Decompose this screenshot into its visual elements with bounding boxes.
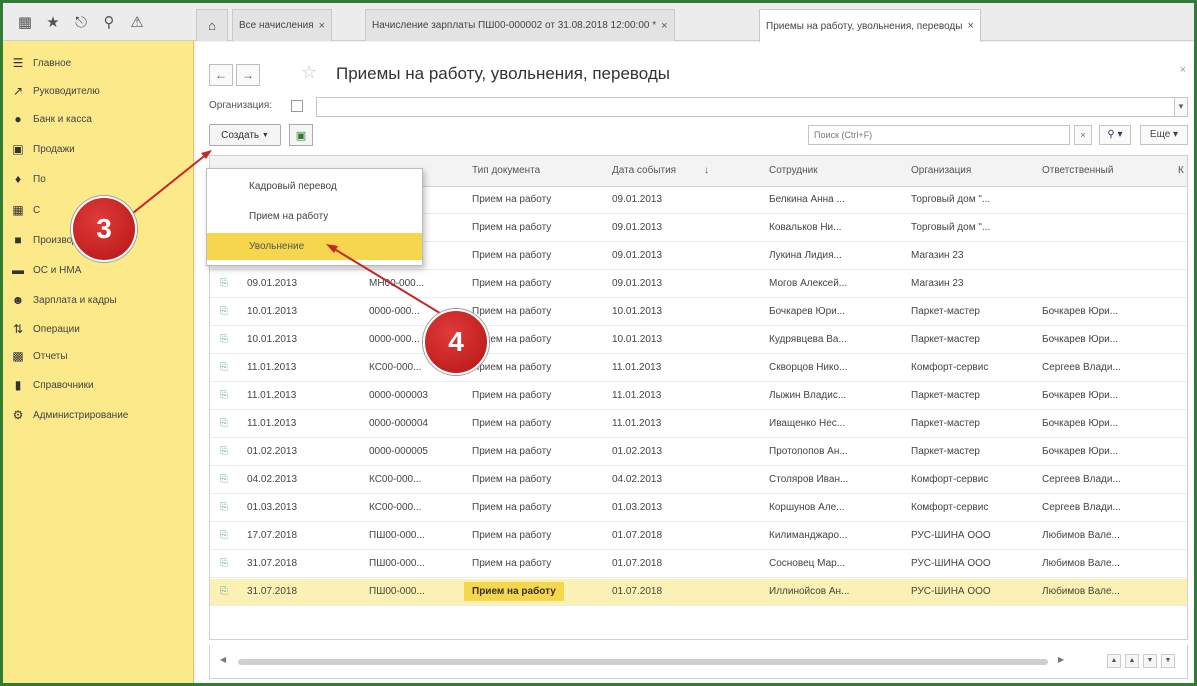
app-window: ▦ ★ ⎋ ⚲ ⚠ ⌂ Все начисления × Начисление з… <box>3 3 1194 683</box>
step-3-badge: 3 <box>71 196 137 262</box>
annotation-arrows <box>122 150 449 319</box>
step-4-badge: 4 <box>423 309 489 375</box>
